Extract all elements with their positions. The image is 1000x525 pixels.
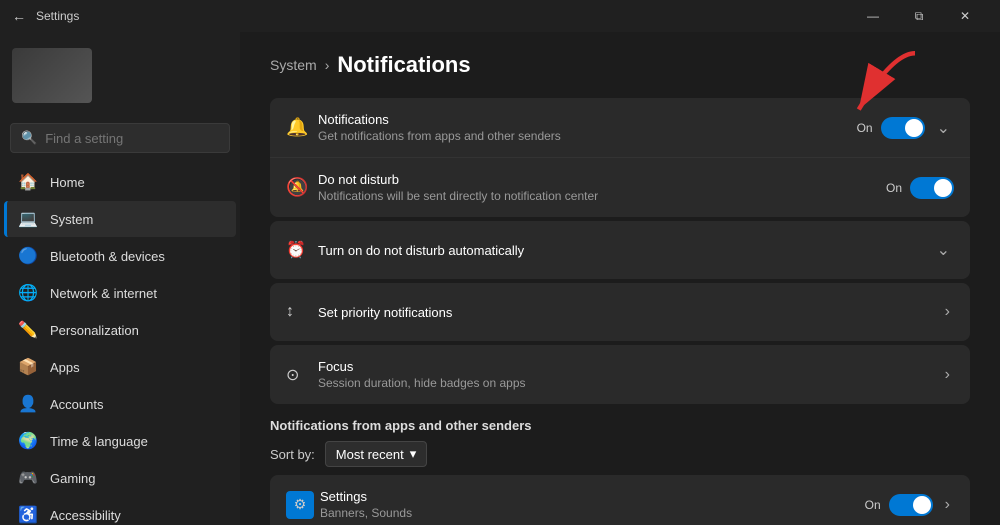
sidebar-item-accounts[interactable]: 👤 Accounts (4, 386, 236, 422)
notifications-expand[interactable]: ⌄ (933, 114, 954, 142)
notifications-icon: 🔔 (286, 117, 318, 138)
auto-dnd-icon: ⏰ (286, 240, 318, 260)
priority-title: Set priority notifications (318, 305, 941, 320)
search-icon: 🔍 (21, 130, 37, 146)
sidebar-item-accessibility[interactable]: ♿ Accessibility (4, 497, 236, 525)
nav-label-network: Network & internet (50, 286, 157, 301)
nav-icon-system: 💻 (18, 209, 38, 229)
dnd-toggle[interactable] (910, 177, 954, 199)
nav-label-home: Home (50, 175, 85, 190)
focus-subtitle: Session duration, hide badges on apps (318, 376, 941, 390)
nav-label-gaming: Gaming (50, 471, 96, 486)
focus-title: Focus (318, 359, 941, 374)
settings-app-icon: ⚙ (286, 491, 314, 519)
notifications-on-label: On (857, 121, 873, 135)
window-controls: — ⧉ ✕ (850, 0, 988, 32)
notifications-title: Notifications (318, 112, 857, 127)
back-button[interactable]: ← (12, 8, 26, 24)
auto-dnd-section: ⏰ Turn on do not disturb automatically ⌄ (270, 221, 970, 279)
close-button[interactable]: ✕ (942, 0, 988, 32)
sidebar-item-network[interactable]: 🌐 Network & internet (4, 275, 236, 311)
nav-icon-personalization: ✏️ (18, 320, 38, 340)
nav-label-time: Time & language (50, 434, 148, 449)
focus-chevron[interactable]: › (941, 362, 954, 388)
sidebar-item-personalization[interactable]: ✏️ Personalization (4, 312, 236, 348)
restore-button[interactable]: ⧉ (896, 0, 942, 32)
notifications-subtitle: Get notifications from apps and other se… (318, 129, 857, 143)
dnd-icon: 🔕 (286, 177, 318, 198)
auto-dnd-expand[interactable]: ⌄ (933, 236, 954, 264)
settings-app-on-label: On (865, 498, 881, 512)
minimize-button[interactable]: — (850, 0, 896, 32)
dnd-subtitle: Notifications will be sent directly to n… (318, 189, 886, 203)
search-input[interactable] (45, 131, 221, 146)
nav-icon-network: 🌐 (18, 283, 38, 303)
sort-bar: Sort by: Most recent ▾ (270, 441, 970, 467)
focus-row[interactable]: ⊙ Focus Session duration, hide badges on… (270, 345, 970, 404)
priority-icon: ↕ (286, 303, 318, 321)
priority-row[interactable]: ↕ Set priority notifications › (270, 283, 970, 341)
nav-icon-accessibility: ♿ (18, 505, 38, 525)
nav-icon-accounts: 👤 (18, 394, 38, 414)
nav-label-personalization: Personalization (50, 323, 139, 338)
settings-app-row: ⚙ Settings Banners, Sounds On › (270, 475, 970, 525)
avatar (12, 48, 92, 103)
nav-label-accessibility: Accessibility (50, 508, 121, 523)
sidebar-item-time[interactable]: 🌍 Time & language (4, 423, 236, 459)
sort-dropdown-icon: ▾ (410, 446, 417, 462)
page-title: Notifications (337, 52, 470, 78)
priority-section: ↕ Set priority notifications › (270, 283, 970, 341)
sidebar-item-apps[interactable]: 📦 Apps (4, 349, 236, 385)
title-bar: ← Settings — ⧉ ✕ (0, 0, 1000, 32)
settings-app-title: Settings (320, 489, 865, 504)
app-notifications-section: ⚙ Settings Banners, Sounds On › (270, 475, 970, 525)
sidebar-item-system[interactable]: 💻 System (4, 201, 236, 237)
settings-app-toggle[interactable] (889, 494, 933, 516)
apps-section-header: Notifications from apps and other sender… (270, 418, 970, 433)
breadcrumb-parent[interactable]: System (270, 57, 317, 73)
nav-icon-apps: 📦 (18, 357, 38, 377)
main-content: System › Notifications 🔔 Notifications G… (240, 32, 1000, 525)
auto-dnd-row[interactable]: ⏰ Turn on do not disturb automatically ⌄ (270, 221, 970, 279)
sidebar-item-home[interactable]: 🏠 Home (4, 164, 236, 200)
focus-icon: ⊙ (286, 365, 318, 385)
sidebar: 🔍 🏠 Home 💻 System 🔵 Bluetooth & devices … (0, 32, 240, 525)
nav-list: 🏠 Home 💻 System 🔵 Bluetooth & devices 🌐 … (0, 163, 240, 525)
notifications-toggle[interactable] (881, 117, 925, 139)
focus-section: ⊙ Focus Session duration, hide badges on… (270, 345, 970, 404)
sidebar-item-bluetooth[interactable]: 🔵 Bluetooth & devices (4, 238, 236, 274)
nav-label-system: System (50, 212, 93, 227)
nav-icon-gaming: 🎮 (18, 468, 38, 488)
breadcrumb: System › Notifications (270, 52, 970, 78)
sort-value: Most recent (336, 447, 404, 462)
app-title: Settings (36, 9, 79, 23)
auto-dnd-title: Turn on do not disturb automatically (318, 243, 933, 258)
nav-icon-time: 🌍 (18, 431, 38, 451)
breadcrumb-separator: › (325, 57, 330, 73)
dnd-title: Do not disturb (318, 172, 886, 187)
sort-select[interactable]: Most recent ▾ (325, 441, 427, 467)
sort-label: Sort by: (270, 447, 315, 462)
priority-chevron[interactable]: › (941, 299, 954, 325)
settings-app-subtitle: Banners, Sounds (320, 506, 865, 520)
dnd-row: 🔕 Do not disturb Notifications will be s… (270, 158, 970, 217)
user-profile-area (0, 32, 240, 119)
nav-icon-home: 🏠 (18, 172, 38, 192)
nav-label-apps: Apps (50, 360, 80, 375)
search-box[interactable]: 🔍 (10, 123, 230, 153)
notifications-row: 🔔 Notifications Get notifications from a… (270, 98, 970, 158)
notifications-section: 🔔 Notifications Get notifications from a… (270, 98, 970, 217)
sidebar-item-gaming[interactable]: 🎮 Gaming (4, 460, 236, 496)
nav-icon-bluetooth: 🔵 (18, 246, 38, 266)
settings-app-chevron[interactable]: › (941, 492, 954, 518)
nav-label-accounts: Accounts (50, 397, 103, 412)
dnd-on-label: On (886, 181, 902, 195)
nav-label-bluetooth: Bluetooth & devices (50, 249, 165, 264)
